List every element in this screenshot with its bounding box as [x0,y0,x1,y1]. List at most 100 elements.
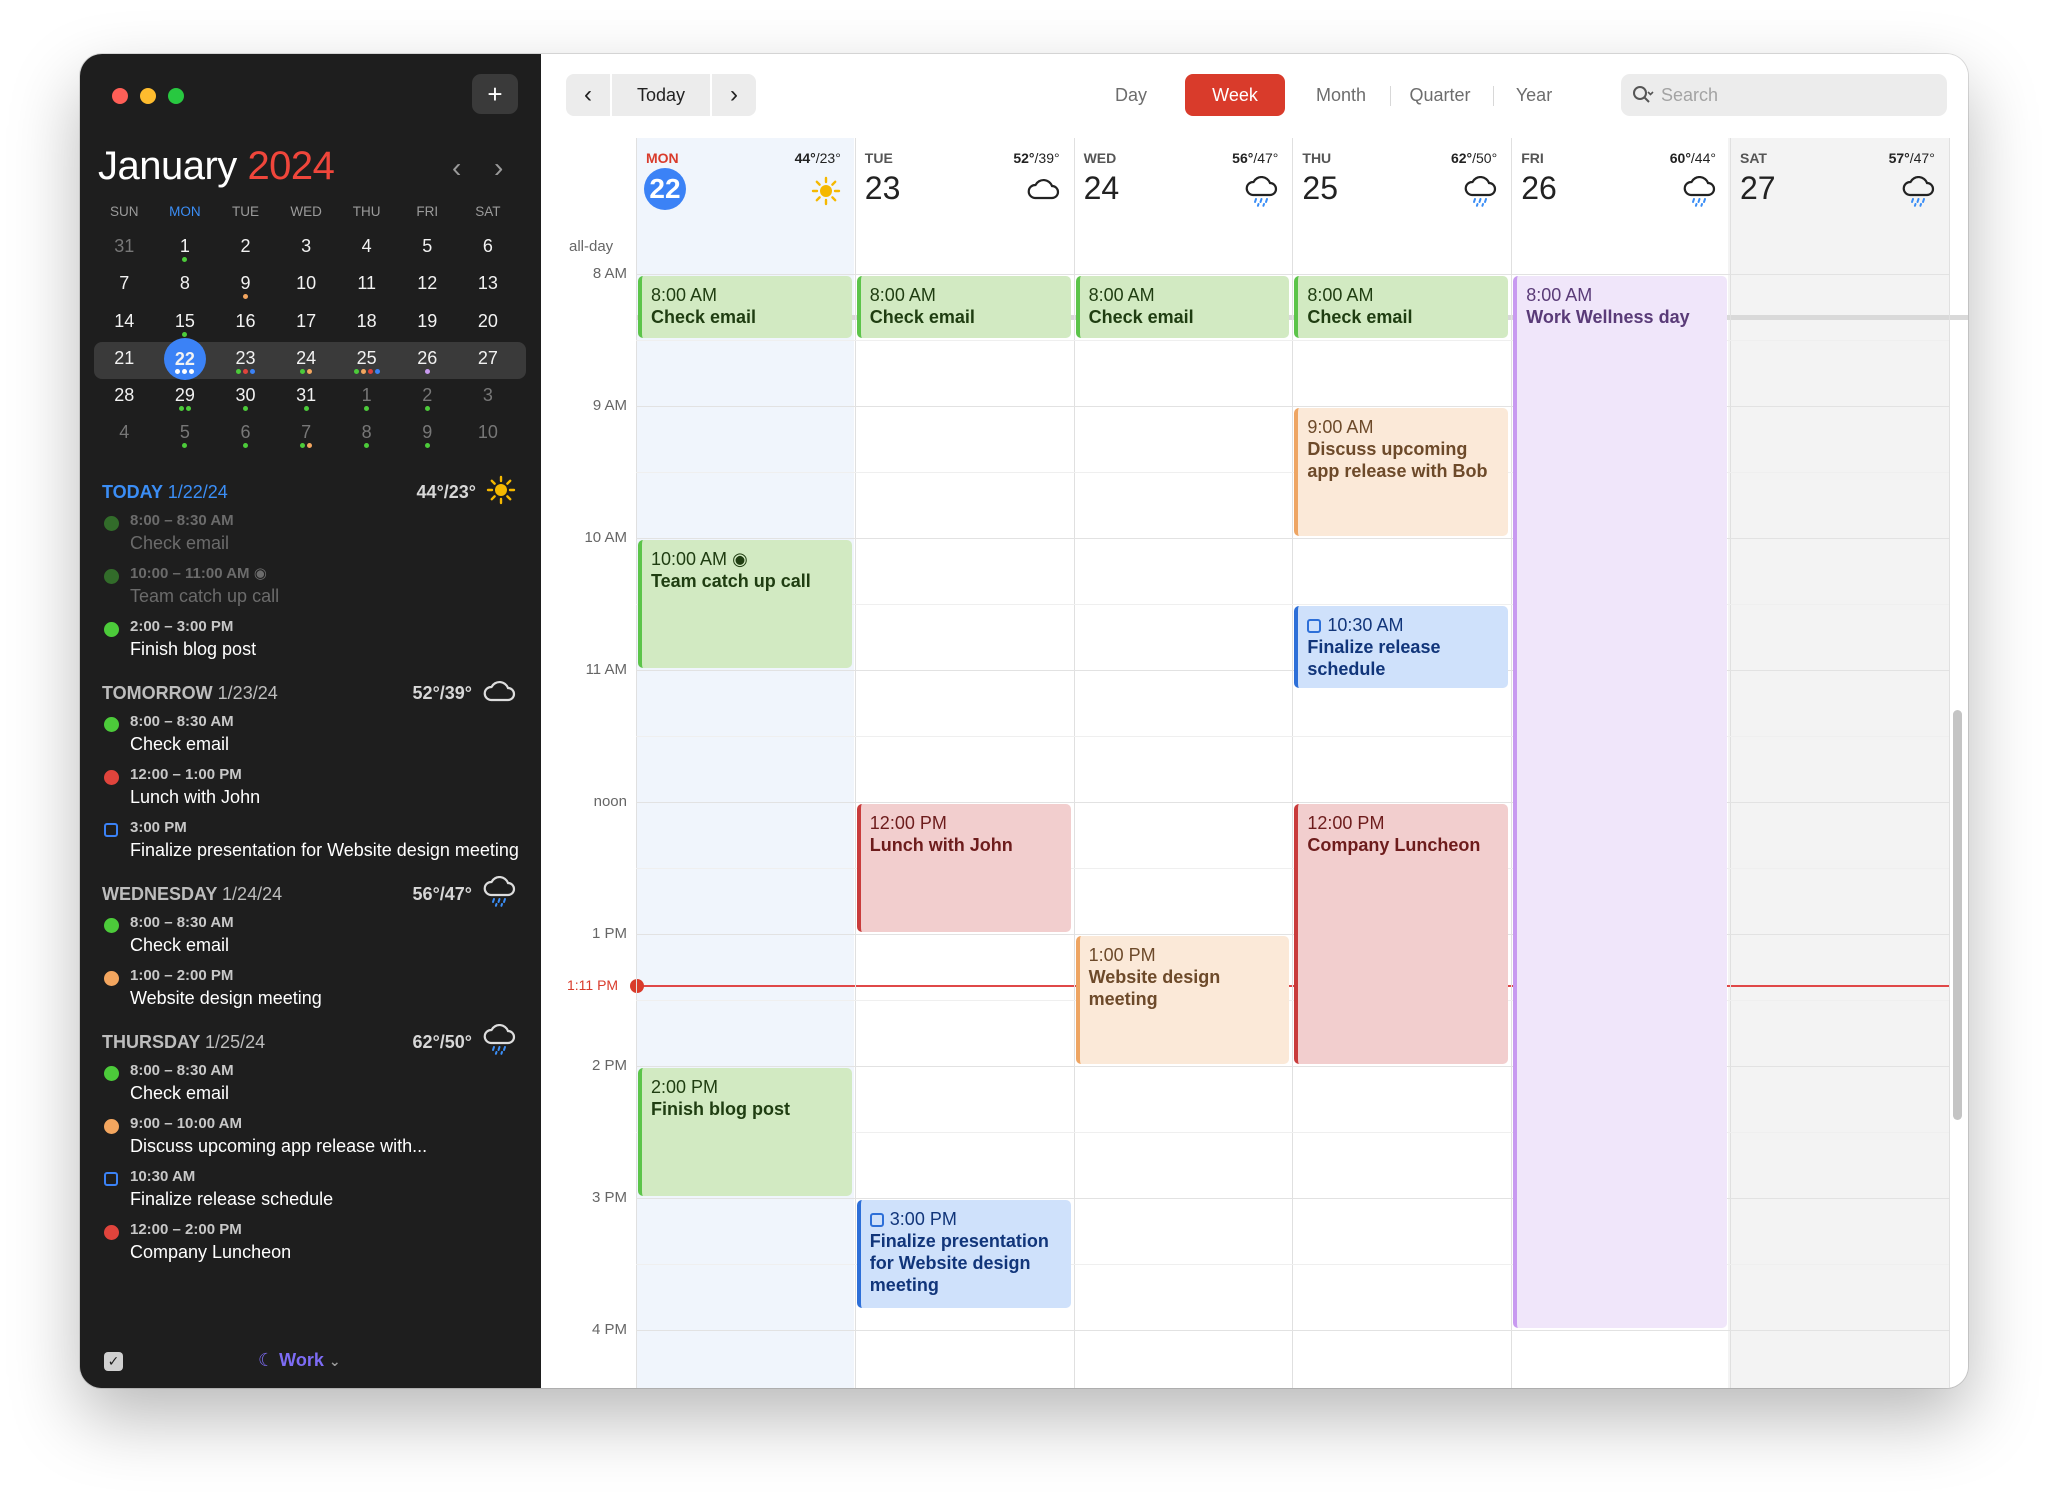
mini-calendar-day[interactable]: 25 [336,342,397,374]
calendar-event[interactable]: 8:00 AM Check email [1294,276,1509,338]
agenda-event[interactable]: 10:30 AM Finalize release schedule [102,1166,532,1211]
mini-calendar-day[interactable]: 17 [276,305,337,332]
calendar-event[interactable]: 10:30 AM Finalize release schedule [1294,606,1509,688]
calendar-event[interactable]: 10:00 AM ◉ Team catch up call [638,540,852,668]
mini-calendar-day[interactable]: 8 [336,416,397,449]
calendar-event[interactable]: 1:00 PM Website design meeting [1075,936,1290,1064]
mini-calendar-day[interactable]: 21 [94,342,155,369]
mini-calendar-day[interactable]: 16 [215,305,276,332]
calendar-set-selector[interactable]: ☾ Work ⌄ [258,1350,341,1371]
task-checkbox[interactable] [1307,619,1322,633]
agenda-event[interactable]: 12:00 – 2:00 PM Company Luncheon [102,1219,532,1264]
agenda-event[interactable]: 3:00 PM Finalize presentation for Website… [102,817,532,862]
calendar-event[interactable]: 8:00 AM Check email [1075,276,1290,338]
add-event-button[interactable]: + [472,74,518,114]
mini-calendar-day[interactable]: 24 [276,342,337,374]
mini-calendar-day[interactable]: 1 [336,379,397,412]
calendar-event[interactable]: 9:00 AM Discuss upcoming app release with… [1294,408,1509,536]
task-checkbox[interactable] [104,823,118,837]
agenda-event[interactable]: 8:00 – 8:30 AM Check email [102,711,532,756]
calendar-event[interactable]: 8:00 AM Check email [638,276,852,338]
day-header-wed[interactable]: WED 24 56°/47° [1074,138,1293,228]
task-checkbox[interactable] [104,1172,118,1186]
mini-calendar-day[interactable]: 4 [336,230,397,257]
next-week-button[interactable]: › [712,74,756,116]
mini-calendar-day[interactable]: 4 [94,416,155,443]
mini-calendar-day[interactable]: 20 [458,305,519,332]
mini-calendar-day[interactable]: 15 [155,305,216,337]
calendar-event[interactable]: 8:00 AM Check email [856,276,1071,338]
today-button[interactable]: Today [612,74,710,116]
day-name: THU [1302,150,1332,166]
mini-calendar-day[interactable]: 23 [215,342,276,374]
search-box[interactable] [1621,74,1947,116]
mini-calendar-day[interactable]: 31 [94,230,155,257]
day-header-mon[interactable]: MON 22 44°/23° [636,138,855,228]
agenda-event[interactable]: 8:00 – 8:30 AM Check email [102,1060,532,1105]
event-time: 10:00 AM ◉ [651,549,748,569]
view-week-tab[interactable]: Week [1185,74,1285,116]
hour-label: 9 AM [592,397,627,414]
mini-calendar-day[interactable]: 7 [276,416,337,449]
mini-calendar-day[interactable]: 12 [397,267,458,294]
mini-calendar-day[interactable]: 7 [94,267,155,294]
agenda-event[interactable]: 9:00 – 10:00 AM Discuss upcoming app rele… [102,1113,532,1158]
day-header-thu[interactable]: THU 25 62°/50° [1292,138,1511,228]
minimize-window-button[interactable] [140,88,156,104]
mini-calendar-prev-icon[interactable]: ‹ [452,152,461,184]
mini-calendar-day[interactable]: 3 [276,230,337,257]
agenda-event[interactable]: 10:00 – 11:00 AM ◉ Team catch up call [102,563,532,608]
agenda-event[interactable]: 2:00 – 3:00 PM Finish blog post [102,616,532,661]
mini-calendar-day[interactable]: 18 [336,305,397,332]
mini-calendar-day[interactable]: 9 [215,267,276,300]
search-input[interactable] [1661,74,1931,116]
mini-calendar-day[interactable]: 14 [94,305,155,332]
day-header-tue[interactable]: TUE 23 52°/39° [855,138,1074,228]
close-window-button[interactable] [112,88,128,104]
mini-calendar-day[interactable]: 22 [155,337,216,380]
calendar-event[interactable]: 12:00 PM Company Luncheon [1294,804,1509,1064]
vertical-scrollbar[interactable] [1953,710,1962,1120]
prev-week-button[interactable]: ‹ [566,74,610,116]
mini-calendar-day[interactable]: 19 [397,305,458,332]
view-day-tab[interactable]: Day [1101,74,1161,116]
mini-calendar-day[interactable]: 31 [276,379,337,412]
mini-calendar-day[interactable]: 13 [458,267,519,294]
mini-calendar-day[interactable]: 10 [458,416,519,443]
mini-calendar-day[interactable]: 10 [276,267,337,294]
calendar-event[interactable]: 12:00 PM Lunch with John [856,804,1071,932]
day-header-fri[interactable]: FRI 26 60°/44° [1511,138,1730,228]
agenda-event[interactable]: 1:00 – 2:00 PM Website design meeting [102,965,532,1010]
mini-calendar-day[interactable]: 2 [215,230,276,257]
calendar-event[interactable]: 2:00 PM Finish blog post [638,1068,852,1196]
calendar-event[interactable]: 8:00 AM Work Wellness day [1513,276,1727,1328]
mini-calendar-day[interactable]: 8 [155,267,216,294]
event-time: 12:00 PM [869,813,947,833]
view-month-tab[interactable]: Month [1301,74,1381,116]
mini-calendar-day[interactable]: 28 [94,379,155,406]
mini-calendar-day[interactable]: 9 [397,416,458,449]
mini-calendar-day[interactable]: 3 [458,379,519,406]
mini-calendar-day[interactable]: 5 [397,230,458,257]
mini-calendar-day[interactable]: 27 [458,342,519,369]
show-tasks-checkbox[interactable]: ✓ [104,1352,123,1371]
agenda-event[interactable]: 8:00 – 8:30 AM Check email [102,912,532,957]
day-header-sat[interactable]: SAT 27 57°/47° [1730,138,1949,228]
mini-calendar-day[interactable]: 26 [397,342,458,374]
agenda-event[interactable]: 8:00 – 8:30 AM Check email [102,510,532,555]
mini-calendar-day[interactable]: 1 [155,230,216,262]
mini-calendar-day[interactable]: 6 [458,230,519,257]
task-checkbox[interactable] [869,1213,884,1227]
mini-calendar-day[interactable]: 29 [155,379,216,412]
view-year-tab[interactable]: Year [1501,74,1567,116]
mini-calendar-day[interactable]: 2 [397,379,458,412]
mini-calendar-day[interactable]: 5 [155,416,216,449]
view-quarter-tab[interactable]: Quarter [1395,74,1485,116]
agenda-event[interactable]: 12:00 – 1:00 PM Lunch with John [102,764,532,809]
mini-calendar-next-icon[interactable]: › [494,152,503,184]
calendar-event[interactable]: 3:00 PM Finalize presentation for Website… [856,1200,1071,1309]
zoom-window-button[interactable] [168,88,184,104]
mini-calendar-day[interactable]: 11 [336,267,397,294]
mini-calendar-day[interactable]: 30 [215,379,276,412]
mini-calendar-day[interactable]: 6 [215,416,276,449]
